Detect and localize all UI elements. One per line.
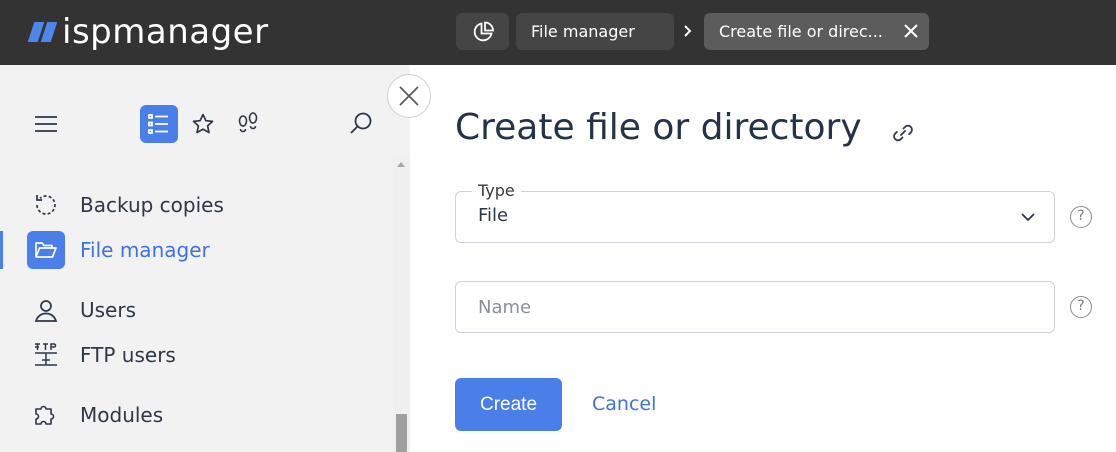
form-panel: Create file or directory Type File ? ? C… [410, 65, 1116, 452]
backup-icon [27, 186, 65, 224]
type-select[interactable]: Type File [455, 181, 1055, 243]
sidebar-item-backup-copies[interactable]: Backup copies [0, 185, 393, 225]
type-label: Type [472, 181, 521, 200]
user-icon [27, 291, 65, 329]
sidebar-item-label: Backup copies [80, 193, 224, 217]
sidebar-item-file-manager[interactable]: File manager [0, 230, 393, 270]
cancel-button[interactable]: Cancel [592, 378, 656, 431]
logo[interactable]: ispmanager [27, 10, 269, 54]
type-help-icon[interactable]: ? [1070, 206, 1092, 228]
sidebar-item-label: File manager [80, 238, 210, 262]
create-button[interactable]: Create [455, 378, 562, 431]
name-field[interactable] [455, 281, 1055, 333]
sidebar-scrollbar[interactable] [393, 157, 410, 452]
breadcrumb-active-label: Create file or direc... [719, 22, 883, 41]
sidebar-item-users[interactable]: Users [0, 290, 393, 330]
sidebar-toolbar [0, 65, 410, 157]
list-view-icon[interactable] [140, 105, 178, 143]
breadcrumb-home-button[interactable] [456, 13, 509, 50]
scrollbar-thumb[interactable] [396, 414, 407, 452]
sidebar: Backup copies File manager Users FTP use… [0, 65, 410, 452]
name-help-icon[interactable]: ? [1070, 296, 1092, 318]
close-tab-icon[interactable] [903, 23, 919, 39]
active-indicator [0, 231, 3, 269]
breadcrumb-chevron-right-icon [680, 18, 696, 44]
type-value: File [478, 205, 509, 226]
ftp-icon [27, 336, 65, 374]
sidebar-item-label: Users [80, 298, 137, 322]
sidebar-item-ftp-users[interactable]: FTP users [0, 335, 393, 375]
page-title: Create file or directory [455, 107, 862, 148]
logo-text: ispmanager [62, 12, 269, 52]
sidebar-item-label: Modules [80, 403, 164, 427]
puzzle-icon [27, 396, 65, 434]
name-input[interactable] [457, 283, 1017, 331]
breadcrumb-active-tab[interactable]: Create file or direc... [704, 13, 929, 50]
search-icon[interactable] [342, 105, 380, 143]
scroll-up-arrow-icon[interactable] [397, 162, 405, 167]
footsteps-icon[interactable] [229, 105, 267, 143]
sidebar-item-label: FTP users [80, 343, 176, 367]
close-icon [399, 86, 419, 106]
logo-mark-icon [27, 22, 58, 42]
dashboard-pie-icon [473, 21, 494, 41]
close-panel-button[interactable] [387, 74, 431, 118]
sidebar-item-modules[interactable]: Modules [0, 395, 393, 435]
breadcrumb-file-manager[interactable]: File manager [516, 13, 674, 50]
chevron-down-icon[interactable] [1020, 209, 1036, 225]
link-icon[interactable] [890, 120, 916, 146]
top-bar: ispmanager File manager Create file or d… [0, 0, 1116, 65]
star-icon[interactable] [184, 105, 222, 143]
folder-open-icon [27, 231, 65, 269]
hamburger-menu-icon[interactable] [27, 105, 65, 143]
